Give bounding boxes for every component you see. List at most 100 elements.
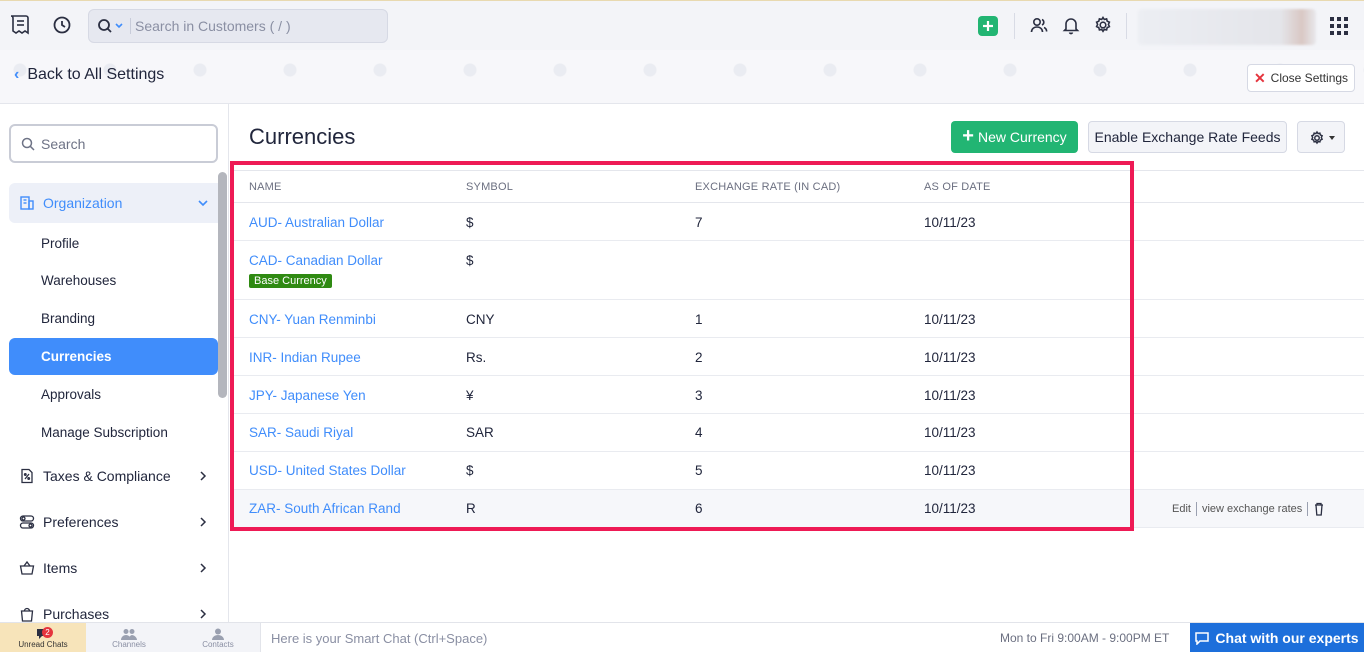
currency-name-link[interactable]: AUD- Australian Dollar [249, 215, 384, 230]
trash-icon[interactable] [1308, 502, 1330, 516]
recent-history-icon[interactable] [52, 15, 72, 35]
close-settings-button[interactable]: ✕ Close Settings [1247, 64, 1355, 92]
smart-chat-input[interactable] [271, 630, 771, 646]
chat-with-experts-button[interactable]: Chat with our experts [1190, 623, 1364, 652]
chevron-down-icon [198, 200, 208, 207]
main-content: Currencies + New Currency Enable Exchang… [230, 104, 1364, 622]
global-search-input[interactable] [135, 16, 375, 36]
unread-count-badge: 2 [42, 627, 53, 638]
settings-gear-icon[interactable] [1093, 15, 1113, 35]
as-of-date: 10/11/23 [924, 215, 976, 230]
view-exchange-rates-link[interactable]: view exchange rates [1197, 503, 1307, 515]
global-search[interactable] [88, 9, 388, 43]
user-profile-blurred[interactable] [1138, 9, 1316, 45]
currency-name-link[interactable]: ZAR- South African Rand [249, 501, 401, 516]
table-row[interactable]: CAD- Canadian Dollar Base Currency $ [230, 241, 1364, 300]
contact-icon [212, 628, 224, 640]
table-row[interactable]: SAR- Saudi Riyal SAR 4 10/11/23 [230, 414, 1364, 452]
table-row[interactable]: CNY- Yuan Renminbi CNY 1 10/11/23 [230, 300, 1364, 338]
row-actions: Edit view exchange rates [1167, 502, 1330, 516]
as-of-date: 10/11/23 [924, 463, 976, 478]
column-header-name[interactable]: NAME [249, 181, 282, 193]
currency-symbol: ¥ [466, 388, 474, 403]
tax-document-icon [21, 468, 33, 484]
sidebar-item-profile[interactable]: Profile [41, 236, 79, 251]
currency-symbol: R [466, 501, 476, 516]
sidebar-group-purchases[interactable]: Purchases [9, 594, 218, 622]
edit-link[interactable]: Edit [1167, 503, 1196, 515]
sidebar-search[interactable] [9, 124, 218, 163]
exchange-rate: 5 [695, 463, 703, 478]
users-icon[interactable] [1029, 15, 1049, 35]
new-currency-button[interactable]: + New Currency [951, 121, 1078, 153]
table-row[interactable]: ZAR- South African Rand R 6 10/11/23 Edi… [230, 490, 1364, 528]
chevron-right-icon [200, 609, 207, 619]
search-scope-dropdown[interactable] [97, 18, 131, 34]
sidebar-item-label: Currencies [41, 349, 112, 364]
back-to-settings-link[interactable]: ‹ Back to All Settings [14, 66, 164, 84]
sidebar-item-currencies[interactable]: Currencies [9, 338, 218, 375]
settings-sidebar: Organization Profile Warehouses Branding… [0, 104, 229, 622]
as-of-date: 10/11/23 [924, 501, 976, 516]
chevron-left-icon: ‹ [14, 66, 20, 83]
plus-icon [983, 21, 993, 31]
chat-icon [1195, 631, 1210, 645]
close-settings-label: Close Settings [1270, 71, 1349, 85]
quick-create-button[interactable] [978, 16, 998, 36]
currency-name-link[interactable]: USD- United States Dollar [249, 463, 406, 478]
sidebar-scrollbar[interactable] [218, 172, 227, 398]
sidebar-group-organization[interactable]: Organization [9, 183, 218, 223]
support-hours: Mon to Fri 9:00AM - 9:00PM ET [1000, 631, 1170, 645]
sidebar-search-input[interactable] [41, 135, 211, 153]
exchange-rate: 7 [695, 215, 703, 230]
column-header-exchange-rate[interactable]: EXCHANGE RATE (IN CAD) [695, 181, 840, 193]
table-row[interactable]: AUD- Australian Dollar $ 7 10/11/23 [230, 203, 1364, 241]
tab-unread-chats[interactable]: 2 Unread Chats [0, 623, 86, 652]
exchange-rate: 2 [695, 350, 703, 365]
sidebar-item-manage-subscription[interactable]: Manage Subscription [41, 425, 168, 440]
bell-icon[interactable] [1061, 15, 1081, 35]
app-logo-icon[interactable] [8, 13, 32, 37]
table-row[interactable]: USD- United States Dollar $ 5 10/11/23 [230, 452, 1364, 490]
apps-grid-icon[interactable] [1330, 17, 1348, 35]
exchange-rate: 3 [695, 388, 703, 403]
table-row[interactable]: INR- Indian Rupee Rs. 2 10/11/23 [230, 338, 1364, 376]
column-header-as-of-date[interactable]: AS OF DATE [924, 181, 991, 193]
divider [1126, 13, 1127, 39]
sidebar-group-items[interactable]: Items [9, 548, 218, 588]
shopping-bag-icon [20, 607, 34, 622]
sidebar-item-warehouses[interactable]: Warehouses [41, 273, 116, 288]
new-currency-label: New Currency [977, 129, 1067, 145]
tab-label: Unread Chats [18, 640, 68, 649]
column-header-symbol[interactable]: SYMBOL [466, 181, 513, 193]
sidebar-item-branding[interactable]: Branding [41, 311, 95, 326]
top-bar [0, 0, 1364, 50]
as-of-date: 10/11/23 [924, 350, 976, 365]
exchange-rate: 6 [695, 501, 703, 516]
currency-name-link[interactable]: SAR- Saudi Riyal [249, 425, 353, 440]
tab-channels[interactable]: Channels [86, 623, 172, 652]
page-title: Currencies [249, 124, 356, 149]
currency-name-link[interactable]: CAD- Canadian Dollar [249, 253, 383, 268]
currency-symbol: $ [466, 215, 474, 230]
sidebar-group-taxes[interactable]: Taxes & Compliance [9, 456, 218, 496]
chevron-right-icon [200, 471, 207, 481]
currency-name-link[interactable]: INR- Indian Rupee [249, 350, 361, 365]
currency-name-link[interactable]: CNY- Yuan Renminbi [249, 312, 376, 327]
enable-exchange-rate-feeds-button[interactable]: Enable Exchange Rate Feeds [1088, 121, 1287, 153]
as-of-date: 10/11/23 [924, 425, 976, 440]
bottom-bar: 2 Unread Chats Channels Contacts Mon to … [0, 622, 1364, 652]
tab-contacts[interactable]: Contacts [175, 623, 261, 652]
settings-header: ‹ Back to All Settings ✕ Close Settings [0, 50, 1364, 104]
close-icon: ✕ [1253, 69, 1266, 86]
sidebar-item-approvals[interactable]: Approvals [41, 387, 101, 402]
base-currency-badge: Base Currency [249, 274, 332, 288]
more-options-button[interactable] [1297, 121, 1345, 153]
organization-icon [20, 196, 34, 210]
sidebar-group-preferences[interactable]: Preferences [9, 502, 218, 542]
as-of-date: 10/11/23 [924, 388, 976, 403]
table-row[interactable]: JPY- Japanese Yen ¥ 3 10/11/23 [230, 376, 1364, 414]
currency-symbol: $ [466, 463, 474, 478]
tab-label: Channels [112, 640, 146, 649]
currency-name-link[interactable]: JPY- Japanese Yen [249, 388, 366, 403]
